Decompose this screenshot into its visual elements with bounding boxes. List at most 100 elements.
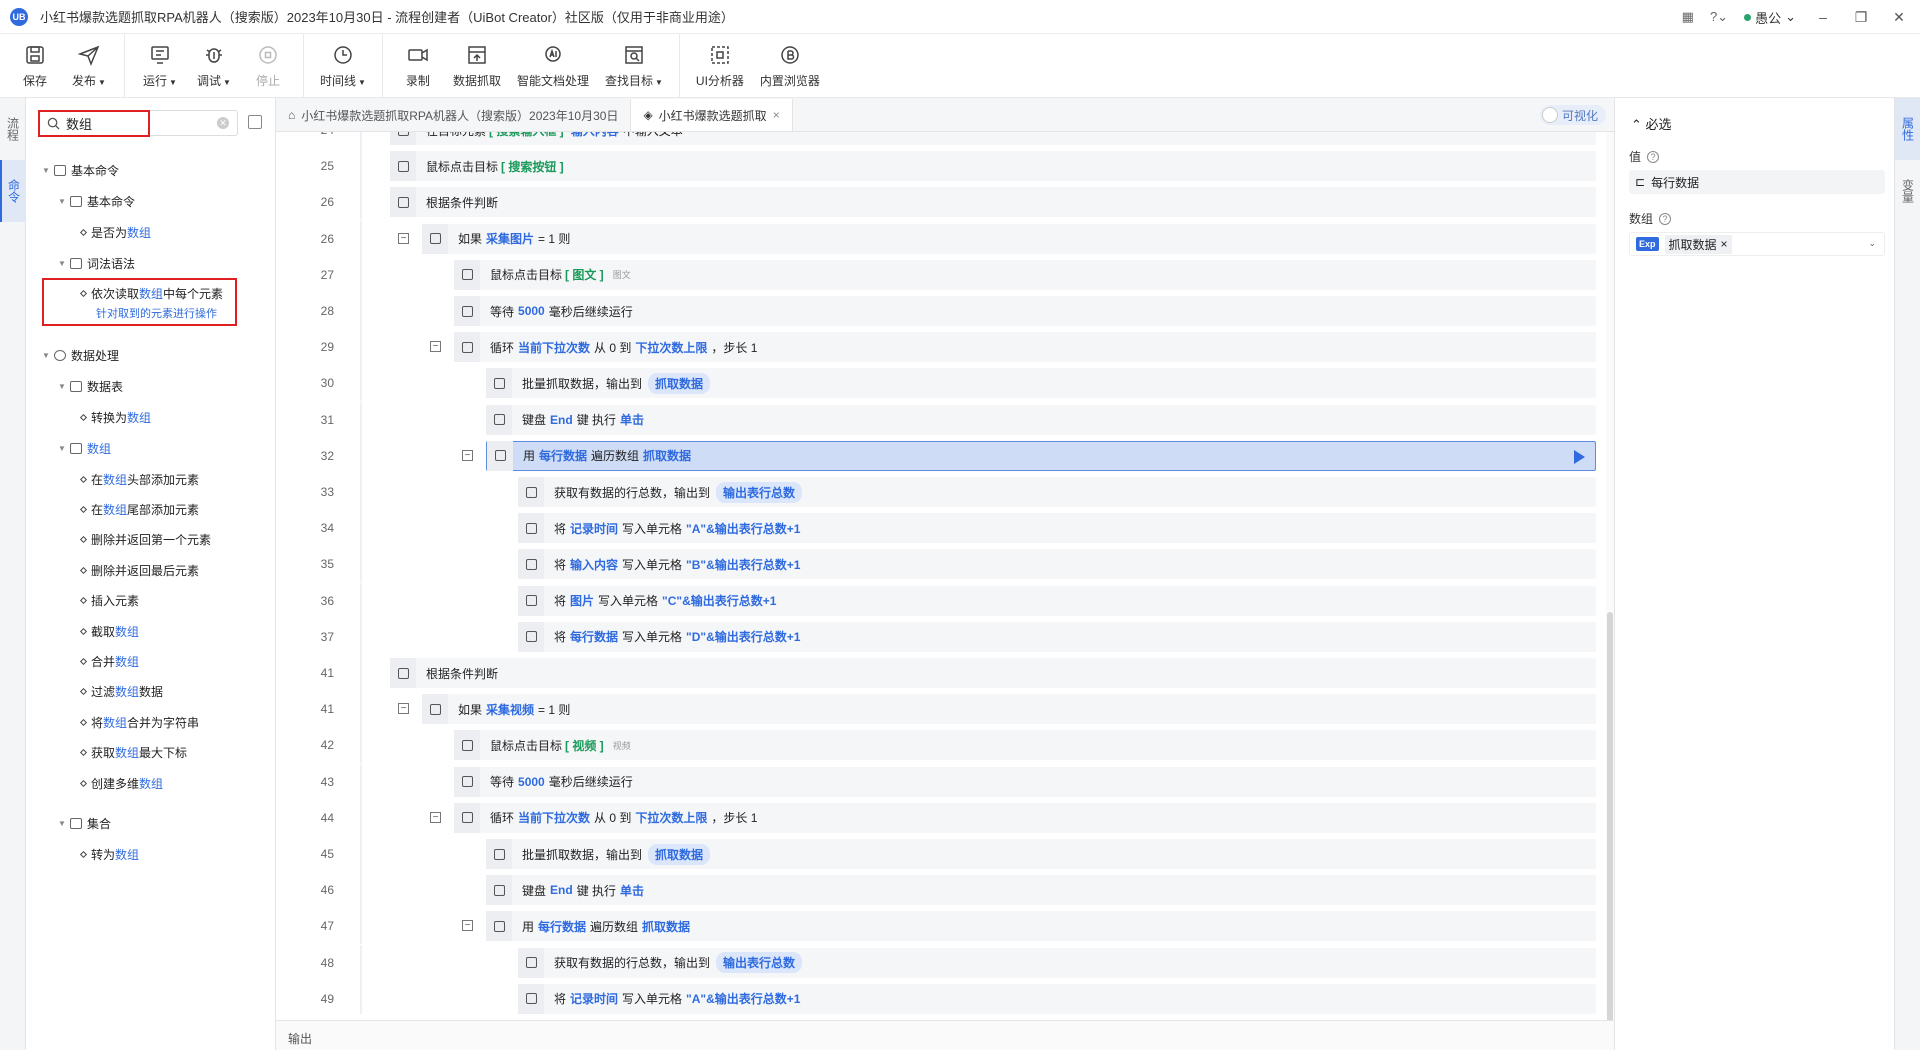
statement-block[interactable]: 循环 当前下拉次数从 0 到下拉次数上限 ，步长 1 (454, 332, 1596, 363)
collapse-all-icon[interactable] (248, 115, 262, 129)
target-ref[interactable]: [ 视频 ] (565, 737, 604, 754)
code-line[interactable]: 49 将记录时间 写入单元格 "A"&输出表行总数+1 (276, 980, 1606, 1014)
tree-item-array-cmd[interactable]: 在数组 尾部添加元素 (79, 499, 199, 519)
ui-analyzer-button[interactable]: UI分析器 (688, 36, 752, 96)
statement-block[interactable]: 批量抓取数据，输出到 抓取数据 (486, 839, 1596, 869)
var-ref[interactable]: End (550, 883, 573, 897)
tree-node-array[interactable]: ▼ 数组 (58, 438, 111, 458)
run-line-icon[interactable] (1574, 449, 1585, 464)
statement-block[interactable]: 用每行数据 遍历数组 抓取数据 (486, 911, 1596, 942)
tree-node-syntax[interactable]: ▼ 词法语法 (58, 253, 135, 273)
fold-toggle-icon[interactable]: − (398, 232, 409, 244)
tree-item-is-array[interactable]: 是否为 数组 (79, 222, 151, 242)
var-ref[interactable]: 下拉次数上限 (635, 809, 707, 826)
var-ref[interactable]: "B"&输出表行总数+1 (686, 556, 800, 573)
var-ref[interactable]: 单击 (620, 882, 644, 899)
code-line[interactable]: 26 根据条件判断 (276, 184, 1606, 221)
var-ref[interactable]: "A"&输出表行总数+1 (686, 990, 800, 1007)
output-var-pill[interactable]: 抓取数据 (648, 372, 711, 394)
fold-toggle-icon[interactable]: − (462, 920, 473, 932)
tree-item-array-cmd[interactable]: 合并 数组 (79, 651, 139, 671)
var-ref[interactable]: 每行数据 (570, 628, 618, 645)
var-ref[interactable]: "A"&输出表行总数+1 (686, 520, 800, 537)
tab-variables[interactable]: 变量 (1895, 160, 1920, 222)
required-section-header[interactable]: ⌃ 必选 (1631, 114, 1672, 133)
tree-node-basic-cmd-sub[interactable]: ▼ 基本命令 (58, 191, 135, 211)
output-var-pill[interactable]: 输出表行总数 (716, 952, 803, 974)
code-line[interactable]: 45 批量抓取数据，输出到 抓取数据 (276, 836, 1606, 872)
restore-icon[interactable]: ❐ (1850, 9, 1872, 26)
code-line[interactable]: 27 鼠标点击目标[ 图文 ] 图文 (276, 256, 1606, 293)
statement-block[interactable]: 如果 采集图片 = 1 则 (422, 223, 1596, 254)
target-ref[interactable]: [ 搜索输入框 ] (489, 132, 564, 139)
var-ref[interactable]: 每行数据 (538, 918, 586, 935)
statement-block[interactable]: 循环 当前下拉次数从 0 到下拉次数上限 ，步长 1 (454, 802, 1596, 833)
statement-block[interactable]: 键盘 End 键 执行 单击 (486, 875, 1596, 906)
close-icon[interactable]: ✕ (1888, 9, 1910, 26)
tree-item-array-cmd[interactable]: 获取 数组 最大下标 (79, 743, 187, 763)
var-ref[interactable]: "D"&输出表行总数+1 (686, 628, 800, 645)
statement-block[interactable]: 根据条件判断 (390, 187, 1596, 218)
target-ref[interactable]: [ 图文 ] (565, 266, 604, 283)
code-line[interactable]: 24 在目标元素[ 搜索输入框 ] 输入内容中输入文本 (276, 132, 1606, 148)
code-line[interactable]: 31 键盘 End 键 执行 单击 (276, 401, 1606, 438)
debug-button[interactable]: 调试 ▼ (187, 36, 241, 96)
stop-button[interactable]: 停止 (241, 36, 295, 96)
var-ref[interactable]: 当前下拉次数 (518, 339, 590, 356)
tree-item-array-cmd[interactable]: 在数组 头部添加元素 (79, 469, 199, 489)
publish-button[interactable]: 发布 ▼ (62, 36, 116, 96)
var-ref[interactable]: 采集图片 (486, 230, 534, 247)
scrollbar-thumb[interactable] (1607, 612, 1613, 1032)
statement-block[interactable]: 获取有数据的行总数，输出到 输出表行总数 (518, 477, 1596, 507)
tree-item-to-set[interactable]: 转为 数组 (79, 844, 139, 864)
var-ref[interactable]: 记录时间 (570, 520, 618, 537)
user-menu[interactable]: 愚公 ⌄ (1744, 8, 1796, 27)
statement-block[interactable]: 键盘 End 键 执行 单击 (486, 404, 1596, 435)
clear-icon[interactable]: ✕ (217, 117, 229, 129)
output-panel-tab[interactable]: 输出 (276, 1020, 1614, 1050)
code-line[interactable]: 29 − 循环 当前下拉次数从 0 到下拉次数上限 ，步长 1 (276, 329, 1606, 366)
var-ref[interactable]: 图片 (570, 592, 594, 609)
tab-sub-flow[interactable]: ◈ 小红书爆款选题抓取 × (631, 99, 793, 131)
var-ref[interactable]: 每行数据 (539, 447, 587, 464)
smart-doc-button[interactable]: 智能文档处理 (509, 36, 597, 96)
statement-block[interactable]: 如果 采集视频 = 1 则 (422, 694, 1596, 725)
target-ref[interactable]: [ 搜索按钮 ] (501, 158, 564, 175)
statement-block[interactable]: 将图片 写入单元格 "C"&输出表行总数+1 (518, 585, 1596, 616)
code-line[interactable]: 36 将图片 写入单元格 "C"&输出表行总数+1 (276, 582, 1606, 619)
tree-item-array-cmd[interactable]: 插入元素 (79, 591, 139, 611)
code-line[interactable]: 34 将记录时间 写入单元格 "A"&输出表行总数+1 (276, 510, 1606, 547)
help-icon[interactable]: ?⌄ (1710, 9, 1728, 25)
var-ref[interactable]: 单击 (620, 411, 644, 428)
code-line[interactable]: 44 − 循环 当前下拉次数从 0 到下拉次数上限 ，步长 1 (276, 799, 1606, 836)
tree-item-array-cmd[interactable]: 将数组 合并为字符串 (79, 712, 199, 732)
var-ref[interactable]: "C"&输出表行总数+1 (662, 592, 776, 609)
browser-button[interactable]: 内置浏览器 (752, 36, 828, 96)
code-line[interactable]: 41 − 如果 采集视频 = 1 则 (276, 691, 1606, 728)
fold-toggle-icon[interactable]: − (398, 703, 409, 715)
help-icon[interactable]: ? (1659, 212, 1672, 225)
tree-node-set[interactable]: ▼ 集合 (58, 813, 111, 833)
code-line[interactable]: 37 将每行数据 写入单元格 "D"&输出表行总数+1 (276, 618, 1606, 655)
tree-item-array-cmd[interactable]: 删除并返回第一个元素 (79, 530, 211, 550)
var-ref[interactable]: 当前下拉次数 (518, 809, 590, 826)
exp-badge[interactable]: Exp (1636, 237, 1659, 251)
statement-block[interactable]: 在目标元素[ 搜索输入框 ] 输入内容中输入文本 (390, 132, 1596, 145)
array-field[interactable]: Exp 抓取数据 × ⌄ (1629, 232, 1885, 256)
help-icon[interactable]: ? (1647, 150, 1660, 163)
tree-node-basic-cmd[interactable]: ▼ 基本命令 (42, 160, 119, 180)
var-ref[interactable]: 采集视频 (486, 701, 534, 718)
grid-icon[interactable]: ▦ (1682, 9, 1694, 25)
output-var-pill[interactable]: 抓取数据 (648, 843, 711, 865)
tree-item-array-cmd[interactable]: 创建多维 数组 (79, 773, 163, 793)
code-line[interactable]: 32 − 用每行数据 遍历数组 抓取数据 (276, 437, 1606, 474)
statement-block[interactable]: 将记录时间 写入单元格 "A"&输出表行总数+1 (518, 983, 1596, 1014)
timeline-button[interactable]: 时间线 ▼ (312, 36, 374, 96)
var-ref[interactable]: 输入内容 (570, 556, 618, 573)
statement-block[interactable]: 鼠标点击目标[ 视频 ] 视频 (454, 730, 1596, 761)
tab-properties[interactable]: 属性 (1895, 98, 1920, 160)
close-icon[interactable]: × (773, 108, 780, 122)
statement-block[interactable]: 鼠标点击目标[ 搜索按钮 ] (390, 151, 1596, 182)
tree-node-datatable[interactable]: ▼ 数据表 (58, 376, 123, 396)
code-line[interactable]: 47 − 用每行数据 遍历数组 抓取数据 (276, 908, 1606, 945)
